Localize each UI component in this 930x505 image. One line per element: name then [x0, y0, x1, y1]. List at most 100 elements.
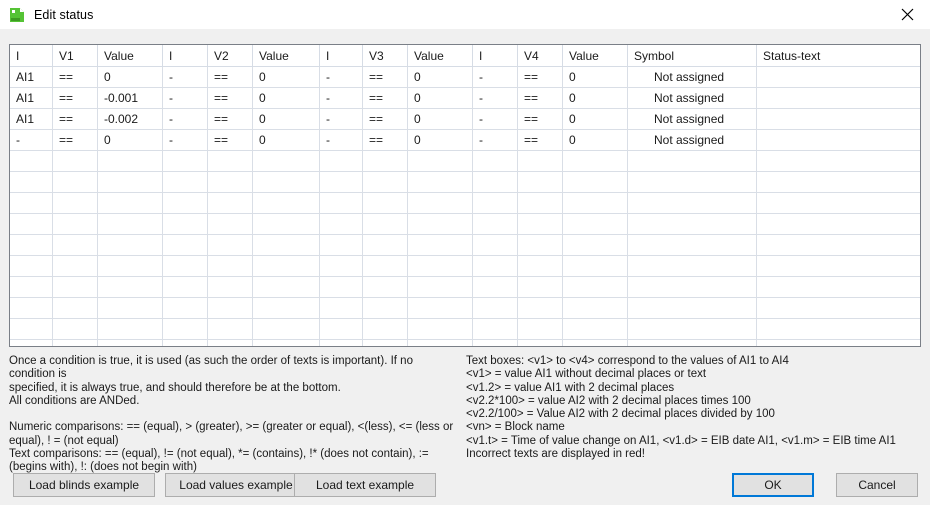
- cell-symbol[interactable]: Not assigned: [627, 129, 757, 151]
- cell-empty-symbol[interactable]: [627, 297, 757, 319]
- ok-button[interactable]: OK: [732, 473, 814, 497]
- cell-v3[interactable]: ==: [362, 87, 408, 109]
- cell-v2[interactable]: ==: [207, 66, 253, 88]
- cell-empty-val4[interactable]: [562, 255, 628, 277]
- cell-empty-status[interactable]: [756, 234, 920, 256]
- cell-val1[interactable]: 0: [97, 129, 163, 151]
- cell-v1[interactable]: ==: [52, 66, 98, 88]
- cell-i4[interactable]: -: [472, 66, 518, 88]
- table-row-empty[interactable]: [10, 318, 920, 340]
- cell-empty-val3[interactable]: [407, 318, 473, 340]
- cell-empty-symbol[interactable]: [627, 192, 757, 214]
- cell-empty-val4[interactable]: [562, 213, 628, 235]
- cell-empty-v2[interactable]: [207, 234, 253, 256]
- cell-symbol[interactable]: Not assigned: [627, 66, 757, 88]
- conditions-table-container[interactable]: I V1 Value I V2 Value I V3 Value I V4 Value Symbol St…: [9, 44, 921, 347]
- cell-empty-val4[interactable]: [562, 150, 628, 172]
- cell-empty-val1[interactable]: [97, 339, 163, 346]
- cell-empty-status[interactable]: [756, 318, 920, 340]
- cell-empty-val4[interactable]: [562, 234, 628, 256]
- cell-empty-status[interactable]: [756, 339, 920, 346]
- cell-val4[interactable]: 0: [562, 108, 628, 130]
- cell-v3[interactable]: ==: [362, 129, 408, 151]
- cell-empty-i1[interactable]: [10, 213, 53, 235]
- table-row-empty[interactable]: [10, 339, 920, 346]
- cell-empty-val4[interactable]: [562, 297, 628, 319]
- cell-empty-val3[interactable]: [407, 297, 473, 319]
- cell-empty-val3[interactable]: [407, 339, 473, 346]
- cell-empty-i2[interactable]: [162, 192, 208, 214]
- cell-v4[interactable]: ==: [517, 108, 563, 130]
- column-header-symbol[interactable]: Symbol: [627, 45, 757, 67]
- cell-empty-v2[interactable]: [207, 339, 253, 346]
- cell-empty-v4[interactable]: [517, 150, 563, 172]
- cell-empty-val1[interactable]: [97, 276, 163, 298]
- cell-symbol[interactable]: Not assigned: [627, 87, 757, 109]
- cell-empty-i1[interactable]: [10, 318, 53, 340]
- column-header-v3[interactable]: V3: [362, 45, 408, 67]
- cell-empty-status[interactable]: [756, 213, 920, 235]
- column-header-v4[interactable]: V4: [517, 45, 563, 67]
- cell-empty-i1[interactable]: [10, 276, 53, 298]
- cell-empty-i4[interactable]: [472, 276, 518, 298]
- cell-status[interactable]: [756, 87, 920, 109]
- cell-empty-v4[interactable]: [517, 276, 563, 298]
- cell-i2[interactable]: -: [162, 129, 208, 151]
- cell-i2[interactable]: -: [162, 66, 208, 88]
- cell-empty-v3[interactable]: [362, 192, 408, 214]
- cell-val2[interactable]: 0: [252, 66, 320, 88]
- cell-empty-v2[interactable]: [207, 318, 253, 340]
- cell-empty-val2[interactable]: [252, 213, 320, 235]
- cell-empty-status[interactable]: [756, 255, 920, 277]
- cell-i1[interactable]: AI1: [10, 87, 53, 109]
- cell-empty-i3[interactable]: [319, 213, 363, 235]
- cell-i3[interactable]: -: [319, 108, 363, 130]
- cell-empty-v1[interactable]: [52, 339, 98, 346]
- cell-empty-i4[interactable]: [472, 255, 518, 277]
- table-row[interactable]: AI1==-0.001-==0-==0-==0Not assigned0.001: [10, 87, 920, 109]
- cell-empty-i1[interactable]: [10, 150, 53, 172]
- cell-v2[interactable]: ==: [207, 129, 253, 151]
- cell-empty-symbol[interactable]: [627, 234, 757, 256]
- cell-empty-v1[interactable]: [52, 297, 98, 319]
- cell-empty-val1[interactable]: [97, 213, 163, 235]
- cell-symbol[interactable]: Not assigned: [627, 108, 757, 130]
- cell-empty-status[interactable]: [756, 192, 920, 214]
- cell-empty-i4[interactable]: [472, 150, 518, 172]
- cell-i3[interactable]: -: [319, 87, 363, 109]
- table-row-empty[interactable]: [10, 192, 920, 214]
- cell-empty-val1[interactable]: [97, 171, 163, 193]
- table-row-empty[interactable]: [10, 234, 920, 256]
- cell-empty-i3[interactable]: [319, 255, 363, 277]
- cell-empty-symbol[interactable]: [627, 276, 757, 298]
- cell-empty-symbol[interactable]: [627, 150, 757, 172]
- cell-empty-i4[interactable]: [472, 234, 518, 256]
- cell-val2[interactable]: 0: [252, 129, 320, 151]
- cell-empty-val2[interactable]: [252, 171, 320, 193]
- cell-val3[interactable]: 0: [407, 87, 473, 109]
- table-row-empty[interactable]: [10, 150, 920, 172]
- cell-empty-status[interactable]: [756, 150, 920, 172]
- cancel-button[interactable]: Cancel: [836, 473, 918, 497]
- cell-empty-symbol[interactable]: [627, 318, 757, 340]
- cell-empty-v4[interactable]: [517, 297, 563, 319]
- column-header-v1[interactable]: V1: [52, 45, 98, 67]
- column-header-val3[interactable]: Value: [407, 45, 473, 67]
- cell-i4[interactable]: -: [472, 129, 518, 151]
- cell-v3[interactable]: ==: [362, 108, 408, 130]
- cell-val3[interactable]: 0: [407, 129, 473, 151]
- cell-empty-v2[interactable]: [207, 171, 253, 193]
- cell-empty-i3[interactable]: [319, 339, 363, 346]
- cell-empty-i2[interactable]: [162, 339, 208, 346]
- close-icon[interactable]: [884, 0, 930, 29]
- table-row-empty[interactable]: [10, 297, 920, 319]
- cell-empty-i3[interactable]: [319, 192, 363, 214]
- cell-empty-i1[interactable]: [10, 255, 53, 277]
- cell-empty-v3[interactable]: [362, 276, 408, 298]
- cell-empty-v1[interactable]: [52, 192, 98, 214]
- cell-empty-i3[interactable]: [319, 297, 363, 319]
- cell-status[interactable]: [756, 129, 920, 151]
- cell-v4[interactable]: ==: [517, 66, 563, 88]
- cell-empty-v4[interactable]: [517, 255, 563, 277]
- cell-empty-val3[interactable]: [407, 150, 473, 172]
